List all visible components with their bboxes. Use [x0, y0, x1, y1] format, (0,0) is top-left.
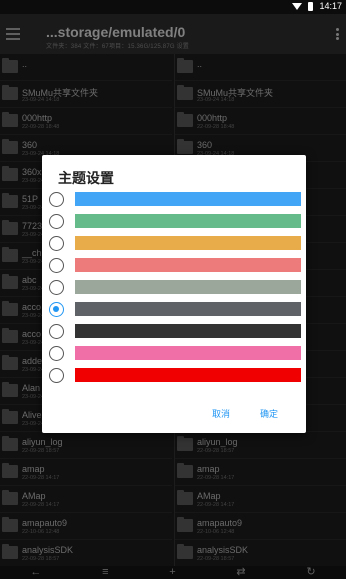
color-swatch[interactable] — [75, 192, 301, 206]
battery-icon — [308, 1, 314, 11]
status-time: 14:17 — [319, 1, 342, 11]
dialog-title: 主题设置 — [58, 170, 114, 186]
radio-button[interactable] — [49, 236, 64, 251]
theme-option-7[interactable] — [49, 324, 301, 339]
theme-option-6[interactable] — [49, 302, 301, 317]
cancel-button[interactable]: 取消 — [212, 407, 230, 420]
radio-button[interactable] — [49, 214, 64, 229]
theme-option-3[interactable] — [49, 236, 301, 251]
status-icons: 14:17 — [292, 1, 342, 11]
color-swatch[interactable] — [75, 236, 301, 250]
radio-button[interactable] — [49, 192, 64, 207]
color-swatch[interactable] — [75, 368, 301, 382]
radio-button[interactable] — [49, 258, 64, 273]
theme-option-8[interactable] — [49, 346, 301, 361]
radio-button[interactable] — [49, 346, 64, 361]
radio-button[interactable] — [49, 302, 64, 317]
radio-button[interactable] — [49, 368, 64, 383]
radio-button[interactable] — [49, 324, 64, 339]
color-swatch[interactable] — [75, 258, 301, 272]
color-swatch[interactable] — [75, 214, 301, 228]
theme-option-9[interactable] — [49, 368, 301, 383]
status-bar: 14:17 — [0, 0, 346, 14]
theme-option-2[interactable] — [49, 214, 301, 229]
color-swatch[interactable] — [75, 324, 301, 338]
confirm-button[interactable]: 确定 — [260, 407, 278, 420]
theme-option-5[interactable] — [49, 280, 301, 295]
theme-settings-dialog: 主题设置 取消 确定 — [42, 155, 306, 433]
wifi-icon — [292, 2, 303, 10]
color-swatch[interactable] — [75, 302, 301, 316]
radio-button[interactable] — [49, 280, 64, 295]
theme-option-1[interactable] — [49, 192, 301, 207]
theme-option-4[interactable] — [49, 258, 301, 273]
color-swatch[interactable] — [75, 280, 301, 294]
color-swatch[interactable] — [75, 346, 301, 360]
